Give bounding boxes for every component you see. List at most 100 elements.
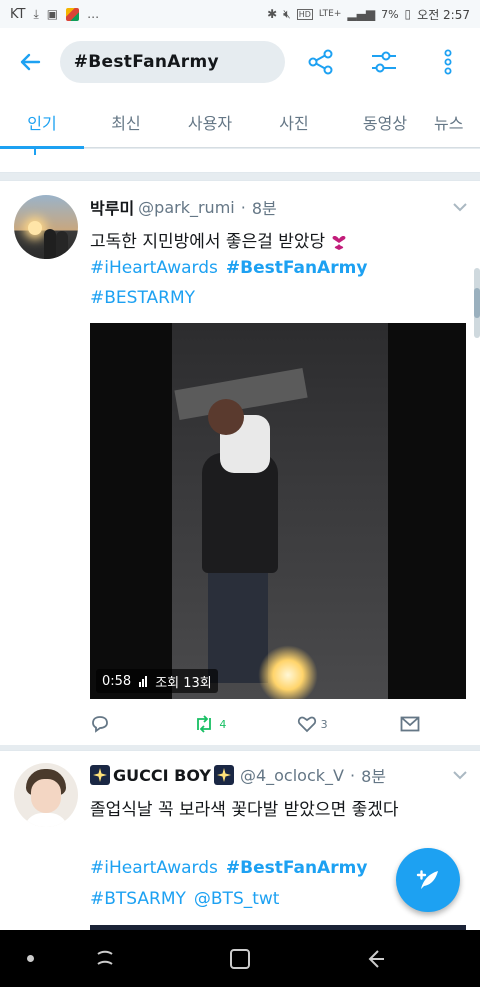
bluetooth-icon: ✱ [267, 7, 278, 21]
reply-button[interactable] [90, 714, 193, 734]
video-player[interactable]: 0:58 조회 13회 [90, 323, 466, 699]
hashtag-link[interactable]: #iHeartAwards [90, 858, 218, 878]
tab-news[interactable]: 뉴스 [434, 96, 480, 148]
back-button[interactable] [0, 28, 60, 96]
separator-dot: · [349, 765, 356, 785]
saved-icon: ▣ [46, 7, 59, 21]
hashtag-link[interactable]: #BestFanArmy [226, 858, 368, 878]
video-duration: 0:58 [102, 673, 132, 689]
hd-icon: HD [296, 8, 313, 20]
nav-indicator-dot [27, 955, 34, 962]
sparkle-emoji-icon [213, 765, 234, 785]
video-info-badge: 0:58 조회 13회 [96, 669, 218, 693]
tab-label: 사용자 [187, 114, 233, 133]
system-nav-bar [0, 930, 480, 987]
heart-icon [297, 716, 316, 733]
tab-label: 사진 [279, 114, 309, 133]
tab-top[interactable]: 인기 [0, 96, 84, 149]
tweet-text-line: 졸업식날 꼭 보라색 꽃다발 받았으면 좋겠다 [90, 795, 399, 820]
tweet-text: 졸업식날 꼭 보라색 꽃다발 받았으면 좋겠다 [90, 800, 399, 820]
user-handle[interactable]: @4_oclock_V [240, 766, 344, 785]
tweet-card[interactable]: 박루미 @park_rumi · 8분 고독한 지민방에서 좋은걸 받았당 #i… [0, 180, 480, 745]
like-button[interactable]: 3 [297, 714, 400, 734]
like-count: 3 [320, 717, 328, 731]
download-icon: ⤓ [33, 6, 39, 21]
carrier-label: KT [10, 6, 26, 22]
avatar-sun [28, 221, 42, 235]
tab-latest[interactable]: 최신 [84, 96, 168, 148]
tweet-time: 8분 [251, 199, 277, 218]
tab-videos[interactable]: 동영상 [336, 96, 434, 148]
reply-icon [92, 716, 108, 733]
tab-people[interactable]: 사용자 [168, 96, 252, 148]
retweet-button[interactable]: 4 [193, 714, 296, 734]
user-handle[interactable]: @park_rumi [138, 198, 235, 217]
mention-link[interactable]: @BTS_twt [194, 889, 280, 909]
recent-apps-icon[interactable] [92, 946, 118, 972]
tweet-time: 8분 [361, 767, 386, 786]
retweet-count: 4 [219, 717, 227, 731]
hashtag-link[interactable]: #BESTARMY [90, 288, 195, 308]
tweet-header: GUCCI BOY @4_oclock_V · 8분 [90, 763, 386, 787]
hashtag-line: #BTSARMY @BTS_twt [90, 889, 279, 909]
tab-label: 뉴스 [434, 114, 464, 133]
battery-icon: ▯ [404, 7, 412, 21]
tab-label: 인기 [27, 114, 57, 133]
search-results-screen: KT ⤓ ▣ … ✱ 🔇︎ HD LTE+ ▂▄▆ 7% ▯ 오전 2:57 #… [0, 0, 480, 987]
home-icon[interactable] [227, 946, 253, 972]
display-name[interactable]: GUCCI BOY [113, 766, 211, 785]
more-vertical-icon [444, 49, 452, 75]
network-type-label: LTE+ [318, 9, 342, 19]
share-icon [308, 49, 333, 75]
sparkle-emoji-icon [90, 765, 110, 785]
tweet-card[interactable]: GUCCI BOY @4_oclock_V · 8분 졸업식날 꼭 보라색 꽃다… [0, 750, 480, 951]
scroll-indicator[interactable] [474, 268, 480, 338]
signal-icon: ▂▄▆ [347, 7, 376, 21]
chevron-down-icon[interactable] [452, 767, 468, 783]
avatar-face [31, 779, 61, 813]
previous-item-edge [0, 149, 480, 173]
filter-button[interactable] [353, 28, 417, 96]
search-header: #BestFanArmy [0, 28, 480, 96]
compose-tweet-button[interactable] [396, 848, 460, 912]
share-button[interactable] [289, 28, 353, 96]
video-views: 조회 13회 [155, 675, 212, 691]
direct-message-button[interactable] [400, 715, 420, 733]
view-count-icon [139, 675, 148, 687]
avatar-person [44, 229, 56, 259]
arrow-left-icon [20, 53, 41, 71]
avatar-body [24, 813, 68, 827]
hashtag-line: #iHeartAwards #BestFanArmy [90, 258, 367, 278]
tab-label: 최신 [111, 114, 141, 133]
tab-photos[interactable]: 사진 [252, 96, 336, 148]
search-query-text: #BestFanArmy [73, 52, 219, 72]
hashtag-line: #iHeartAwards #BestFanArmy [90, 858, 367, 878]
avatar[interactable] [14, 763, 78, 827]
retweet-icon [197, 715, 212, 733]
more-options-button[interactable] [416, 28, 480, 96]
tweet-text: 고독한 지민방에서 좋은걸 받았당 [90, 232, 326, 252]
chevron-down-icon[interactable] [452, 199, 468, 215]
envelope-icon [400, 716, 420, 732]
battery-label: 7% [381, 7, 399, 21]
clock-label: 오전 2:57 [417, 7, 470, 22]
back-nav-icon[interactable] [362, 946, 388, 972]
tweet-actions: 4 3 [90, 711, 420, 737]
sliders-icon [372, 51, 397, 73]
scroll-thumb[interactable] [474, 288, 480, 318]
hashtag-link[interactable]: #BestFanArmy [226, 258, 368, 278]
display-name[interactable]: 박루미 [90, 195, 134, 219]
hashtag-link[interactable]: #BTSARMY [90, 889, 186, 909]
stage-light [258, 645, 318, 699]
mute-icon: 🔇︎ [283, 6, 291, 21]
tweet-header: 박루미 @park_rumi · 8분 [90, 195, 277, 219]
compose-feather-icon [416, 870, 438, 889]
avatar[interactable] [14, 195, 78, 259]
avatar-person [56, 231, 68, 259]
heart-emoji-icon [331, 230, 347, 250]
hashtag-link[interactable]: #iHeartAwards [90, 258, 218, 278]
launcher-icon [66, 7, 80, 21]
more-notifications-icon: … [87, 7, 100, 21]
search-input[interactable]: #BestFanArmy [59, 41, 285, 83]
tab-label: 동영상 [362, 114, 408, 133]
